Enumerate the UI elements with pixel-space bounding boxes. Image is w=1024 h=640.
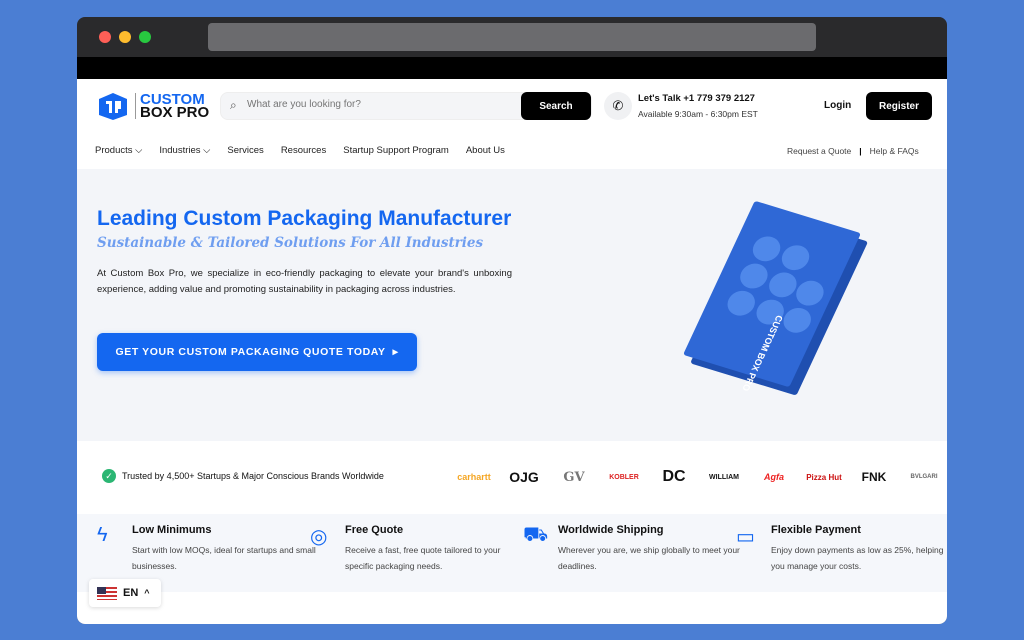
chevron-up-icon: ^	[144, 588, 150, 598]
phone-number[interactable]: Let's Talk +1 779 379 2127	[638, 93, 755, 104]
chevron-down-icon: ⌵	[135, 145, 143, 156]
nav-about-us[interactable]: About Us	[466, 145, 505, 156]
brand-logo: DC	[662, 468, 686, 485]
brand-logo: BVLGARI	[910, 474, 938, 480]
feature-title: Worldwide Shipping	[558, 524, 664, 536]
maximize-button[interactable]	[139, 31, 151, 43]
divider: |	[859, 146, 862, 156]
brand-logo: Agfa	[764, 472, 784, 482]
brand-logo: carhartt	[457, 472, 491, 482]
feature-title: Flexible Payment	[771, 524, 861, 536]
nav-label: Industries	[159, 145, 201, 156]
feature-desc: Start with low MOQs, ideal for startups …	[132, 545, 316, 571]
brand-logo: OJG	[509, 469, 539, 485]
feature-desc: Receive a fast, free quote tailored to y…	[345, 545, 501, 571]
toolbar-strip	[77, 57, 947, 79]
search-icon: ⌕	[230, 98, 237, 112]
brand-logo: FNK	[861, 470, 887, 484]
window-controls	[99, 31, 151, 43]
nav-startup-support[interactable]: Startup Support Program	[343, 145, 449, 156]
features-row: ϟ Low Minimums Start with low MOQs, ideal …	[77, 514, 947, 592]
chevron-down-icon: ⌵	[203, 145, 211, 156]
nav-services[interactable]: Services	[227, 145, 263, 156]
feature-desc: Wherever you are, we ship globally to me…	[558, 545, 740, 571]
cta-label: GET YOUR CUSTOM PACKAGING QUOTE TODAY	[115, 346, 386, 358]
search-bar: ⌕ Search	[220, 92, 592, 120]
caret-right-icon: ▸	[392, 346, 399, 358]
hero-subtitle: Sustainable & Tailored Solutions For All…	[97, 235, 484, 251]
hero-description: At Custom Box Pro, we specialize in eco-…	[97, 268, 512, 295]
address-bar[interactable]	[208, 23, 816, 51]
lightning-icon: ϟ	[97, 524, 108, 546]
credit-card-icon: ▭	[736, 526, 755, 548]
logo[interactable]: CUSTOM BOX PRO	[97, 91, 209, 121]
logo-line2: BOX PRO	[140, 104, 210, 121]
lifebuoy-icon: ◎	[310, 526, 328, 548]
us-flag-icon	[97, 586, 117, 600]
phone-icon: ✆	[604, 92, 632, 120]
brand-logo: KOBLER	[609, 473, 639, 481]
nav-products[interactable]: Products ⌵	[95, 145, 142, 156]
main-nav: Products ⌵ Industries ⌵ Services Resourc…	[95, 145, 522, 156]
search-button[interactable]: Search	[521, 92, 591, 120]
trust-badge: ✓ Trusted by 4,500+ Startups & Major Con…	[102, 469, 384, 483]
feature-desc: Enjoy down payments as low as 25%, helpi…	[771, 545, 944, 571]
help-faqs-link[interactable]: Help & FAQs	[870, 146, 919, 156]
trust-text: Trusted by 4,500+ Startups & Major Consc…	[122, 471, 384, 481]
phone-hours: Available 9:30am - 6:30pm EST	[638, 109, 758, 119]
brand-logo: WILLIAM	[709, 473, 739, 481]
get-quote-button[interactable]: GET YOUR CUSTOM PACKAGING QUOTE TODAY ▸	[97, 333, 417, 371]
nav-industries[interactable]: Industries ⌵	[159, 145, 210, 156]
box-logo-icon	[99, 93, 127, 120]
brand-logos: carhartt OJG GV KOBLER DC WILLIAM Agfa P…	[449, 459, 947, 495]
register-button[interactable]: Register	[866, 92, 932, 120]
language-code: EN	[123, 587, 139, 599]
language-selector[interactable]: EN ^	[89, 579, 161, 607]
feature-title: Free Quote	[345, 524, 404, 536]
browser-window: CUSTOMBOX PRO ⌕ Search ✆ Let's Talk +1 7…	[77, 17, 947, 624]
truck-icon: ⛟	[523, 524, 549, 546]
login-link[interactable]: Login	[824, 100, 851, 111]
brand-logo: Pizza Hut	[806, 472, 842, 482]
close-button[interactable]	[99, 31, 111, 43]
search-input[interactable]	[247, 99, 507, 110]
minimize-button[interactable]	[119, 31, 131, 43]
nav-label: Products	[95, 145, 133, 156]
hero-title: Leading Custom Packaging Manufacturer	[97, 207, 512, 230]
web-page: CUSTOMBOX PRO ⌕ Search ✆ Let's Talk +1 7…	[77, 79, 947, 624]
nav-resources[interactable]: Resources	[281, 145, 326, 156]
feature-title: Low Minimums	[132, 524, 212, 536]
request-quote-link[interactable]: Request a Quote	[787, 146, 851, 156]
check-circle-icon: ✓	[102, 469, 116, 483]
brand-logo: GV	[563, 469, 585, 485]
